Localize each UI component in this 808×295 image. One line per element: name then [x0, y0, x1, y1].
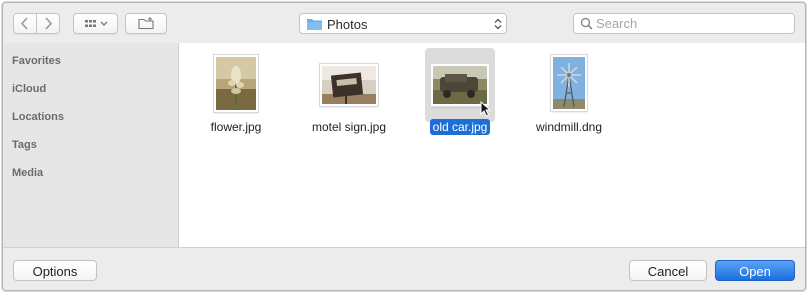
file-name: windmill.dng — [535, 120, 603, 134]
flower-photo — [216, 57, 256, 110]
open-file-dialog: Photos Favorites iCloud Locations Tags M… — [2, 2, 806, 291]
cancel-button[interactable]: Cancel — [629, 260, 707, 281]
file-item-motel-sign[interactable]: motel sign.jpg — [299, 43, 399, 143]
view-options-button[interactable] — [73, 13, 118, 34]
file-name: motel sign.jpg — [311, 120, 387, 134]
windmill-photo — [553, 57, 585, 109]
grid-view-icon — [85, 20, 108, 27]
new-folder-button[interactable] — [125, 13, 167, 34]
chevron-left-icon — [20, 17, 28, 30]
sidebar-item-locations[interactable]: Locations — [12, 111, 64, 123]
search-field[interactable] — [573, 13, 795, 34]
search-icon — [580, 17, 593, 30]
search-input[interactable] — [596, 16, 786, 31]
location-popup[interactable]: Photos — [299, 13, 507, 34]
file-thumbnail — [214, 55, 258, 112]
motel-sign-photo — [322, 66, 376, 104]
forward-button[interactable] — [36, 13, 60, 34]
file-item-windmill[interactable]: windmill.dng — [519, 43, 619, 143]
file-thumbnail — [551, 55, 587, 111]
updown-arrows-icon — [494, 18, 502, 30]
back-button[interactable] — [13, 13, 37, 34]
old-car-photo — [433, 66, 487, 104]
chevron-right-icon — [45, 17, 53, 30]
file-name: old car.jpg — [410, 119, 510, 135]
location-label: Photos — [327, 17, 368, 32]
options-button[interactable]: Options — [13, 260, 97, 281]
mouse-pointer-icon — [480, 101, 492, 117]
file-thumbnail — [431, 64, 489, 106]
folder-icon — [307, 19, 322, 30]
file-thumbnail — [320, 64, 378, 106]
sidebar-item-icloud[interactable]: iCloud — [12, 83, 46, 95]
sidebar-item-favorites[interactable]: Favorites — [12, 55, 61, 67]
open-button[interactable]: Open — [715, 260, 795, 281]
sidebar-item-tags[interactable]: Tags — [12, 139, 37, 151]
button-bar: Options Cancel Open — [3, 247, 805, 290]
file-item-old-car[interactable]: old car.jpg — [410, 43, 510, 143]
toolbar: Photos — [3, 3, 805, 43]
sidebar-item-media[interactable]: Media — [12, 167, 43, 179]
file-browser: flower.jpg motel sign.jpg old car.jpg wi… — [179, 43, 805, 247]
sidebar: Favorites iCloud Locations Tags Media — [3, 43, 179, 247]
file-item-flower[interactable]: flower.jpg — [186, 43, 286, 143]
new-folder-icon — [138, 17, 154, 30]
file-name: flower.jpg — [210, 120, 262, 134]
